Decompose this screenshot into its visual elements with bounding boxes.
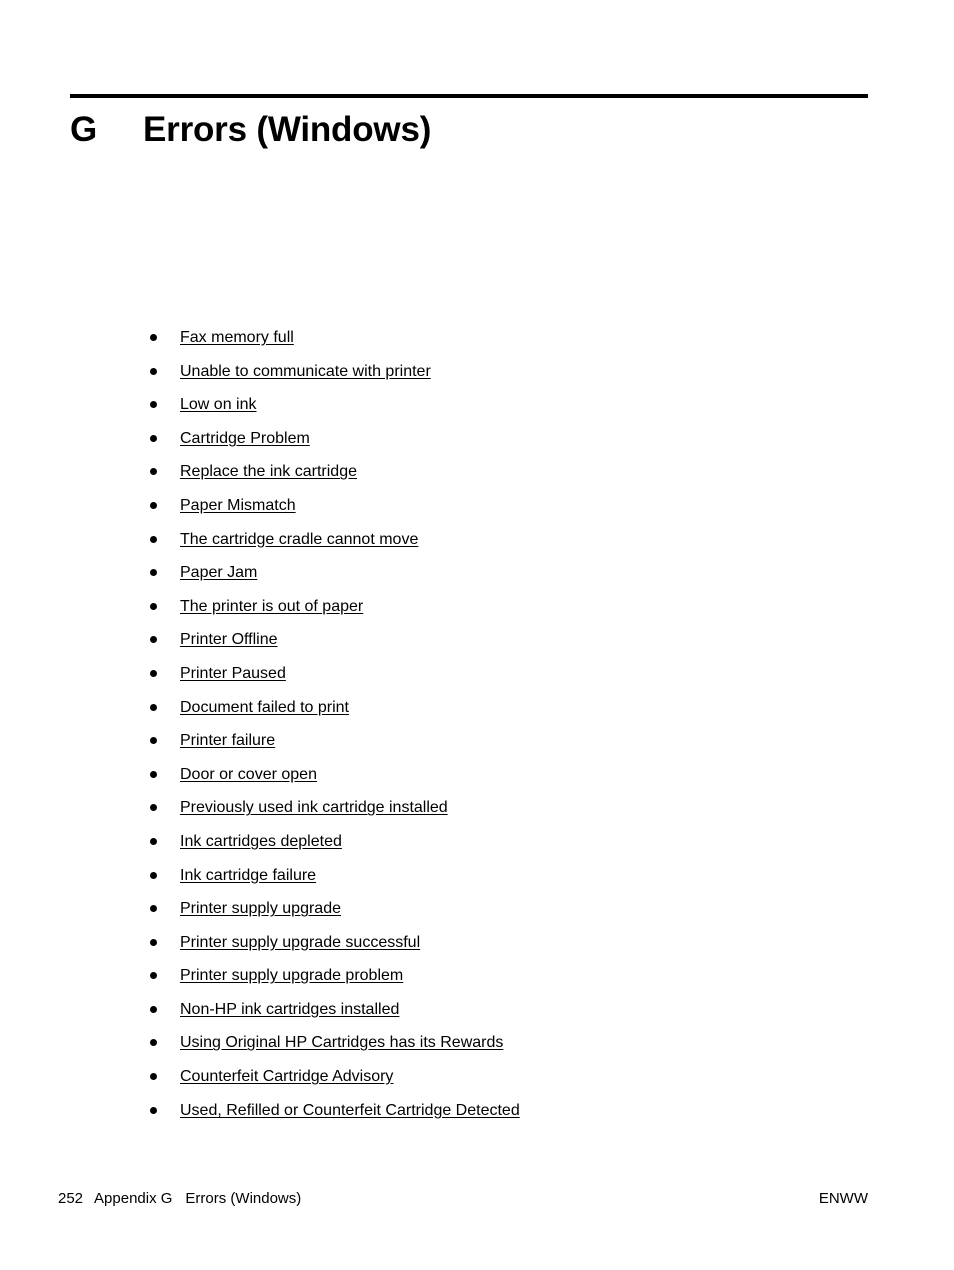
bullet-icon: [150, 602, 157, 610]
topic-link[interactable]: Low on ink: [180, 396, 257, 413]
topic-link[interactable]: Ink cartridge failure: [180, 867, 316, 884]
topic-link[interactable]: Fax memory full: [180, 329, 294, 346]
bullet-icon: [150, 1005, 157, 1013]
list-item: Printer failure: [150, 730, 910, 764]
footer-language-code: ENWW: [818, 1190, 868, 1207]
topic-link[interactable]: Cartridge Problem: [180, 430, 310, 447]
topic-link[interactable]: Using Original HP Cartridges has its Rew…: [180, 1034, 503, 1051]
bullet-icon: [150, 569, 157, 577]
list-item: The printer is out of paper: [150, 596, 910, 630]
bullet-icon: [150, 367, 157, 375]
bullet-icon: [150, 468, 157, 476]
topic-link[interactable]: Counterfeit Cartridge Advisory: [180, 1068, 393, 1085]
topic-link[interactable]: Previously used ink cartridge installed: [180, 799, 448, 816]
topic-link[interactable]: Unable to communicate with printer: [180, 363, 431, 380]
list-item: Non-HP ink cartridges installed: [150, 999, 910, 1033]
topic-link[interactable]: Printer Paused: [180, 665, 286, 682]
bullet-icon: [150, 401, 157, 409]
topic-link[interactable]: Printer Offline: [180, 631, 278, 648]
topic-link[interactable]: Paper Mismatch: [180, 497, 296, 514]
list-item: The cartridge cradle cannot move: [150, 529, 910, 563]
bullet-icon: [150, 905, 157, 913]
list-item: Replace the ink cartridge: [150, 461, 910, 495]
list-item: Previously used ink cartridge installed: [150, 797, 910, 831]
footer-chapter-title: Errors (Windows): [185, 1190, 302, 1207]
topic-link[interactable]: Door or cover open: [180, 766, 317, 783]
page-footer: 252 Appendix G Errors (Windows) ENWW: [58, 1189, 868, 1209]
list-item: Printer supply upgrade: [150, 898, 910, 932]
bullet-icon: [150, 770, 157, 778]
topic-link[interactable]: The cartridge cradle cannot move: [180, 531, 418, 548]
list-item: Low on ink: [150, 394, 910, 428]
bullet-icon: [150, 434, 157, 442]
bullet-icon: [150, 871, 157, 879]
list-item: Paper Jam: [150, 562, 910, 596]
bullet-icon: [150, 501, 157, 509]
bullet-icon: [150, 1106, 157, 1114]
chapter-header: G Errors (Windows): [70, 94, 868, 150]
bullet-icon: [150, 1039, 157, 1047]
topic-link[interactable]: Printer supply upgrade: [180, 900, 341, 917]
bullet-icon: [150, 703, 157, 711]
bullet-icon: [150, 972, 157, 980]
bullet-icon: [150, 334, 157, 341]
list-item: Cartridge Problem: [150, 428, 910, 462]
document-page: G Errors (Windows) Fax memory full Unable…: [0, 0, 954, 1270]
list-item: Door or cover open: [150, 764, 910, 798]
footer-page-number: 252: [58, 1190, 84, 1207]
list-item: Printer Paused: [150, 663, 910, 697]
list-item: Ink cartridge failure: [150, 865, 910, 899]
list-item: Ink cartridges depleted: [150, 831, 910, 865]
topic-link[interactable]: Non-HP ink cartridges installed: [180, 1001, 399, 1018]
topic-link[interactable]: Printer supply upgrade successful: [180, 934, 420, 951]
chapter-letter: G: [70, 110, 98, 149]
topic-link[interactable]: Document failed to print: [180, 699, 349, 716]
list-item: Counterfeit Cartridge Advisory: [150, 1066, 910, 1100]
list-item: Using Original HP Cartridges has its Rew…: [150, 1032, 910, 1066]
bullet-icon: [150, 737, 157, 745]
list-item: Printer Offline: [150, 629, 910, 663]
list-item: Unable to communicate with printer: [150, 361, 910, 395]
bullet-icon: [150, 938, 157, 946]
topic-link[interactable]: Printer failure: [180, 732, 275, 749]
list-item: Document failed to print: [150, 697, 910, 731]
bullet-icon: [150, 669, 157, 677]
topic-link[interactable]: Used, Refilled or Counterfeit Cartridge …: [180, 1102, 520, 1119]
topic-link[interactable]: The printer is out of paper: [180, 598, 363, 615]
topic-link-list: Fax memory full Unable to communicate wit…: [150, 327, 910, 1133]
topic-link[interactable]: Replace the ink cartridge: [180, 463, 357, 480]
bullet-icon: [150, 535, 157, 543]
bullet-icon: [150, 1073, 157, 1081]
list-item: Fax memory full: [150, 327, 910, 361]
chapter-title-text: Errors (Windows): [143, 110, 432, 149]
list-item: Paper Mismatch: [150, 495, 910, 529]
footer-appendix-label: Appendix G: [94, 1190, 173, 1207]
list-item: Printer supply upgrade successful: [150, 932, 910, 966]
footer-left: 252 Appendix G Errors (Windows): [58, 1189, 301, 1209]
topic-link[interactable]: Ink cartridges depleted: [180, 833, 342, 850]
list-item: Used, Refilled or Counterfeit Cartridge …: [150, 1100, 910, 1134]
bullet-icon: [150, 804, 157, 812]
topic-link[interactable]: Printer supply upgrade problem: [180, 967, 403, 984]
bullet-icon: [150, 837, 157, 845]
page-title: G Errors (Windows): [70, 98, 868, 150]
topic-link[interactable]: Paper Jam: [180, 564, 257, 581]
list-item: Printer supply upgrade problem: [150, 965, 910, 999]
bullet-icon: [150, 636, 157, 644]
